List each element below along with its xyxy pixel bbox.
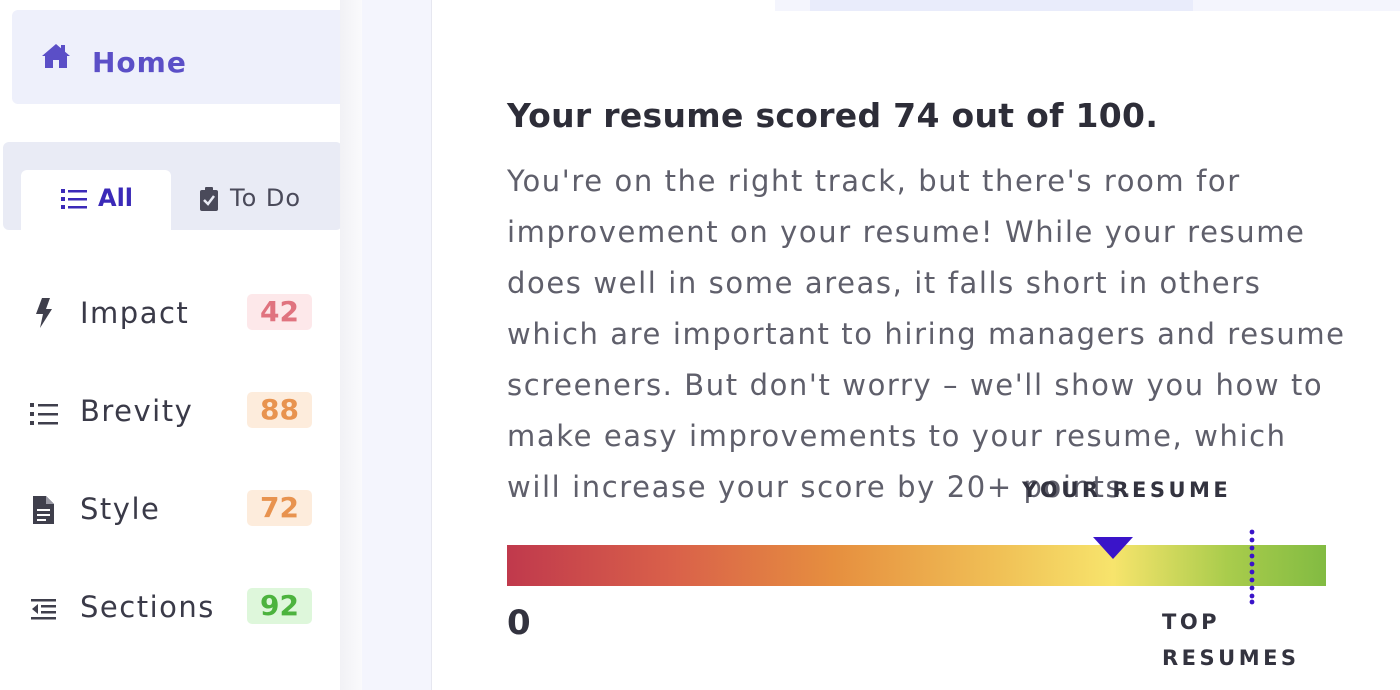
indent-icon [31,599,56,620]
tab-all-label: All [98,184,134,212]
score-badge: 92 [247,588,312,624]
sidebar-item-sections[interactable]: Sections 92 [0,582,340,632]
score-badge: 42 [247,294,312,330]
score-description: You're on the right track, but there's r… [507,164,1346,504]
active-tab-indicator[interactable] [810,0,1193,11]
score-badge: 88 [247,392,312,428]
score-title: Your resume scored 74 out of 100. [507,96,1159,135]
your-resume-marker-label: YOUR RESUME [1022,478,1232,502]
sidebar: Home All To Do Impact 42 Brevity 88 Styl… [0,0,350,690]
score-gauge-bar [507,545,1326,586]
sidebar-item-brevity[interactable]: Brevity 88 [0,386,340,436]
bolt-icon [36,298,52,328]
sidebar-scrollbar[interactable] [340,0,362,690]
list-icon [61,189,87,209]
score-badge: 72 [247,490,312,526]
tab-todo[interactable]: To Do [230,184,301,212]
sidebar-item-label: Impact [80,296,190,330]
clipboard-check-icon[interactable] [199,186,219,212]
score-pointer-icon [1093,537,1133,559]
top-resumes-threshold-line [1249,529,1255,605]
tab-all[interactable] [21,170,171,232]
sidebar-item-label: Sections [80,590,215,624]
sidebar-item-style[interactable]: Style 72 [0,484,340,534]
gauge-min-label: 0 [507,603,531,643]
sidebar-item-home[interactable]: Home [12,10,350,104]
sidebar-item-impact[interactable]: Impact 42 [0,288,340,338]
sidebar-item-home-label: Home [92,46,187,79]
sidebar-item-label: Style [80,492,161,526]
document-icon [33,496,54,524]
list-icon [30,403,58,425]
sidebar-item-label: Brevity [80,394,194,428]
home-icon [42,44,70,68]
gauge-top-resumes-label: TOP RESUMES [1162,610,1300,670]
content-gutter [362,0,432,690]
